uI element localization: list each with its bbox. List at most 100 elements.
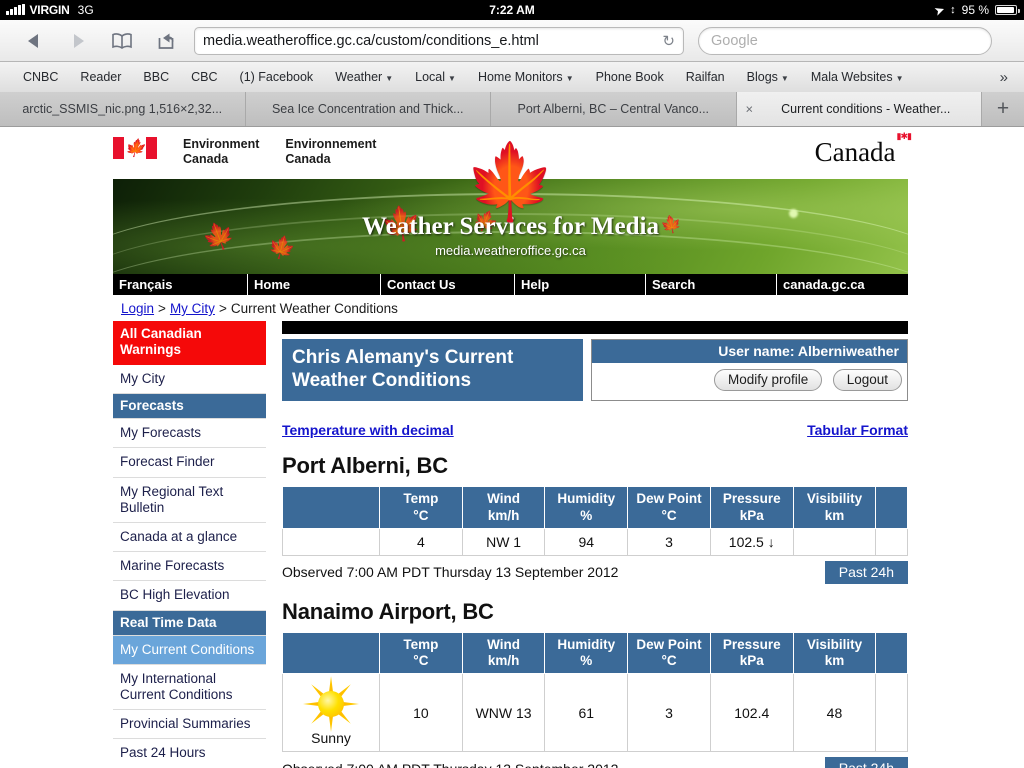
value-dew-point: 3 — [627, 673, 711, 753]
reload-icon[interactable]: ↻ — [656, 32, 675, 50]
header-temp: Temp °C — [379, 486, 463, 529]
battery-icon — [995, 5, 1020, 15]
tabular-format-link[interactable]: Tabular Format — [807, 422, 908, 438]
bookmark-railfan[interactable]: Railfan — [675, 70, 736, 84]
value-dew-point: 3 — [627, 527, 711, 556]
nav-canada-gc-ca[interactable]: canada.gc.ca — [777, 274, 908, 295]
sidebar-item-forecast-finder[interactable]: Forecast Finder — [113, 448, 266, 478]
browser-toolbar: media.weatheroffice.gc.ca/custom/conditi… — [0, 20, 1024, 62]
sidebar-item-marine-forecasts[interactable]: Marine Forecasts — [113, 552, 266, 582]
forward-arrow-icon[interactable] — [56, 25, 100, 57]
share-icon[interactable] — [144, 25, 188, 57]
sidebar-item-my-forecasts[interactable]: My Forecasts — [113, 419, 266, 449]
header-line1: Humidity — [557, 491, 616, 507]
header-line2: km/h — [487, 507, 520, 523]
bookmark-weather[interactable]: Weather ▼ — [324, 70, 404, 84]
tab-label: arctic_SSMIS_nic.png 1,516×2,32... — [22, 102, 223, 116]
tab-arctic-ssmis[interactable]: arctic_SSMIS_nic.png 1,516×2,32... — [0, 92, 246, 126]
nav-search[interactable]: Search — [646, 274, 777, 295]
user-name-label: User name: Alberniweather — [592, 340, 907, 363]
breadcrumb-separator: > — [158, 301, 166, 316]
value-spacer — [875, 673, 908, 753]
bookmark-label: Mala Websites — [810, 70, 893, 84]
weather-table-port-alberni: Temp °C Wind km/h Humidity% Dew Point °C Pr… — [281, 486, 908, 556]
value-spacer — [875, 527, 908, 556]
tab-current-conditions[interactable]: × Current conditions - Weather... — [736, 92, 982, 126]
sidebar-item-my-city[interactable]: My City — [113, 364, 266, 395]
bookmark-reader[interactable]: Reader — [69, 70, 132, 84]
nav-help[interactable]: Help — [515, 274, 646, 295]
observed-row-nanaimo-airport: Observed 7:00 AM PDT Thursday 13 Septemb… — [282, 757, 908, 768]
bookmark-cbc[interactable]: CBC — [180, 70, 228, 84]
breadcrumb-separator: > — [218, 301, 227, 316]
header-wind: Wind km/h — [461, 631, 546, 675]
main-content: Chris Alemany's Current Weather Conditio… — [266, 321, 908, 768]
bookmark-label: Phone Book — [595, 70, 664, 84]
bookmark-label: Railfan — [685, 70, 725, 84]
tab-bar: arctic_SSMIS_nic.png 1,516×2,32... Sea I… — [0, 92, 1024, 127]
sidebar-item-canada-at-a-glance[interactable]: Canada at a glance — [113, 522, 266, 553]
new-tab-button[interactable]: + — [982, 92, 1024, 126]
bookmark-label: Home Monitors — [477, 70, 563, 84]
value-wind: NW 1 — [461, 527, 546, 556]
header-line1: Temp — [403, 491, 439, 507]
sidebar-item-provincial-summaries[interactable]: Provincial Summaries — [113, 710, 266, 740]
tab-sea-ice[interactable]: Sea Ice Concentration and Thick... — [245, 92, 491, 126]
bookmark-facebook[interactable]: (1) Facebook — [229, 70, 325, 84]
canada-wordmark: Canada▮✱▮ — [815, 131, 912, 168]
nav-francais[interactable]: Français — [113, 274, 248, 295]
bookmark-mala-websites[interactable]: Mala Websites ▼ — [800, 70, 915, 84]
header-dew-point: Dew Point °C — [627, 631, 711, 675]
url-bar[interactable]: media.weatheroffice.gc.ca/custom/conditi… — [194, 26, 684, 55]
web-page: 🍁 Environment Canada Environnement Canad… — [0, 127, 1024, 768]
bookmark-label: BBC — [143, 70, 170, 84]
sidebar-item-my-current-conditions[interactable]: My Current Conditions — [113, 635, 266, 665]
nav-home[interactable]: Home — [248, 274, 381, 295]
bookmarks-book-icon[interactable] — [100, 25, 144, 57]
past-24h-button[interactable]: Past 24h — [824, 757, 908, 768]
header-line2: km/h — [487, 652, 520, 668]
page-body: All Canadian Warnings My City Forecasts … — [113, 321, 908, 768]
department-name-en: Environment Canada — [183, 137, 259, 167]
modify-profile-button[interactable]: Modify profile — [713, 369, 823, 391]
bookmark-label: (1) Facebook — [239, 70, 314, 84]
tab-port-alberni[interactable]: Port Alberni, BC – Central Vanco... — [491, 92, 737, 126]
header-line1: Pressure — [722, 491, 781, 507]
sidebar-item-all-canadian-warnings[interactable]: All Canadian Warnings — [113, 321, 266, 365]
table-header-row: Temp °C Wind km/h Humidity% Dew Point °C Pr… — [281, 631, 908, 675]
sun-icon — [303, 676, 359, 729]
header-line2: kPa — [739, 507, 764, 523]
sidebar-item-my-international-current-conditions[interactable]: My International Current Conditions — [113, 664, 266, 711]
past-24h-button[interactable]: Past 24h — [824, 560, 908, 584]
bookmark-home-monitors[interactable]: Home Monitors ▼ — [467, 70, 585, 84]
sidebar-item-my-regional-text-bulletin[interactable]: My Regional Text Bulletin — [113, 477, 266, 523]
logout-button[interactable]: Logout — [832, 369, 902, 391]
department-en-line2: Canada — [183, 151, 229, 166]
breadcrumb-my-city[interactable]: My City — [170, 301, 215, 316]
nav-contact-us[interactable]: Contact Us — [381, 274, 515, 295]
sidebar-header-forecasts: Forecasts — [113, 394, 266, 420]
value-humidity: 94 — [544, 527, 629, 556]
bookmark-local[interactable]: Local ▼ — [404, 70, 467, 84]
user-actions: Modify profile Logout — [592, 363, 907, 398]
bookmarks-overflow-icon[interactable]: » — [1000, 69, 1012, 86]
bookmark-label: Blogs — [746, 70, 778, 84]
sidebar-header-real-time-data: Real Time Data — [113, 610, 266, 636]
user-panel: User name: Alberniweather Modify profile… — [591, 339, 908, 402]
header-line1: Visibility — [806, 491, 863, 507]
chevron-down-icon: ▼ — [780, 74, 789, 83]
temperature-with-decimal-link[interactable]: Temperature with decimal — [282, 422, 454, 438]
bookmark-blogs[interactable]: Blogs ▼ — [736, 70, 800, 84]
bookmark-bbc[interactable]: BBC — [132, 70, 180, 84]
close-icon[interactable]: × — [746, 102, 754, 117]
breadcrumb-login[interactable]: Login — [121, 301, 154, 316]
sidebar-item-bc-high-elevation[interactable]: BC High Elevation — [113, 581, 266, 611]
back-arrow-icon[interactable] — [12, 25, 56, 57]
sidebar-item-past-24-hours[interactable]: Past 24 Hours — [113, 739, 266, 768]
ios-status-bar: VIRGIN 3G 7:22 AM ➤ ↕ 95 % — [0, 0, 1024, 20]
bookmark-cnbc[interactable]: CNBC — [12, 70, 69, 84]
chevron-down-icon: ▼ — [448, 74, 456, 83]
bookmark-phone-book[interactable]: Phone Book — [585, 70, 675, 84]
search-input[interactable]: Google — [698, 26, 992, 55]
header-wind: Wind km/h — [461, 486, 546, 529]
